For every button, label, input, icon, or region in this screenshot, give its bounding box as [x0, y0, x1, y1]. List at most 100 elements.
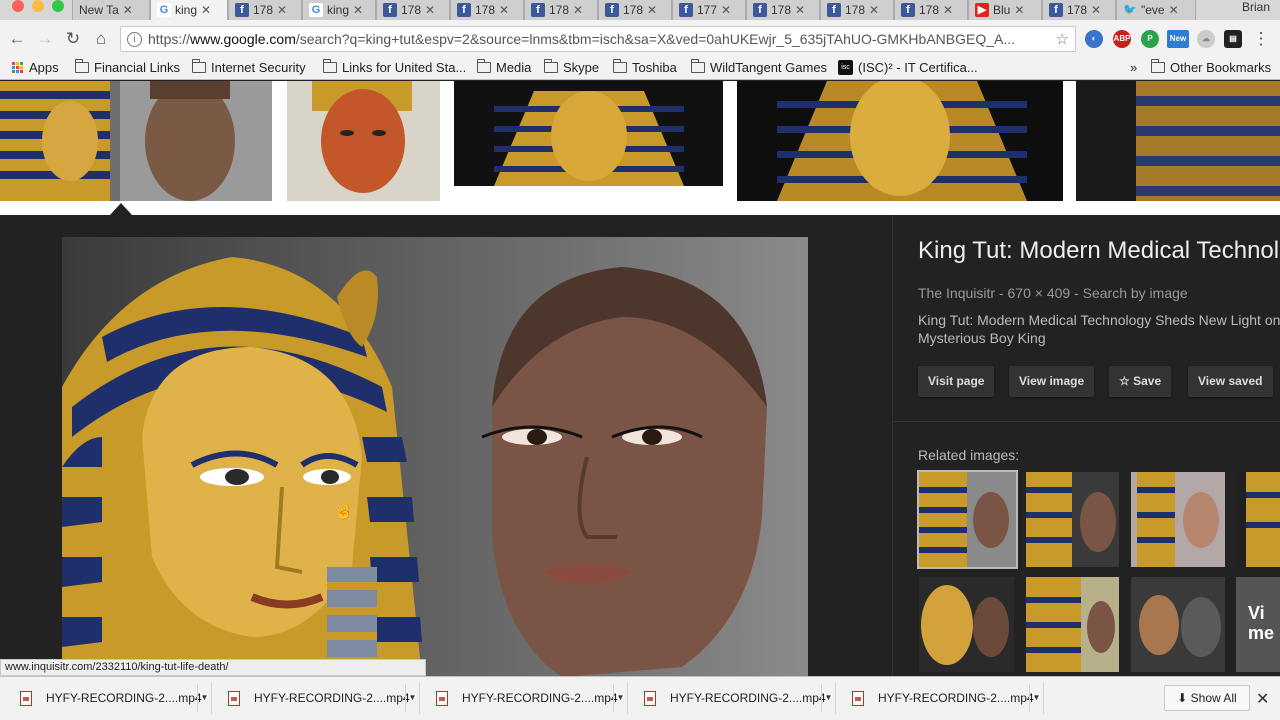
- download-options-chevron-icon[interactable]: ▼: [197, 684, 211, 712]
- browser-tab[interactable]: f 177 ✕: [672, 0, 746, 20]
- related-video[interactable]: Vi me: [1236, 577, 1280, 672]
- tab-close-icon[interactable]: ✕: [425, 3, 435, 17]
- tab-close-icon[interactable]: ✕: [573, 3, 583, 17]
- tab-close-icon[interactable]: ✕: [201, 3, 211, 17]
- search-results-content: ☝ King Tut: Modern Medical Technology Sh…: [0, 81, 1280, 677]
- browser-tab[interactable]: 🐦 "eve ✕: [1116, 0, 1196, 20]
- bookmark-item[interactable]: WildTangent Games: [690, 59, 828, 75]
- tab-close-icon[interactable]: ✕: [943, 3, 953, 17]
- close-window-button[interactable]: [12, 0, 24, 12]
- browser-tab[interactable]: f 178 ✕: [894, 0, 968, 20]
- tab-close-icon[interactable]: ✕: [721, 3, 731, 17]
- tab-close-icon[interactable]: ✕: [353, 3, 363, 17]
- bookmark-label: WildTangent Games: [710, 60, 828, 75]
- tab-close-icon[interactable]: ✕: [1091, 3, 1101, 17]
- cloud-icon[interactable]: ☁: [1197, 30, 1215, 48]
- save-button[interactable]: ☆ Save: [1109, 366, 1172, 397]
- main-preview-image[interactable]: [62, 237, 808, 677]
- download-item[interactable]: HYFY-RECORDING-2....mp4 ▼: [838, 682, 1044, 714]
- zoom-window-button[interactable]: [52, 0, 64, 12]
- bookmark-item[interactable]: Toshiba: [612, 59, 677, 75]
- browser-tab[interactable]: f 178 ✕: [228, 0, 302, 20]
- browser-tab[interactable]: f 178 ✕: [1042, 0, 1116, 20]
- close-icon[interactable]: ✕: [1256, 689, 1269, 709]
- result-thumbnail[interactable]: [287, 81, 440, 201]
- browser-tab[interactable]: f 178 ✕: [598, 0, 672, 20]
- bookmark-star-icon[interactable]: ☆: [1055, 30, 1069, 48]
- related-image[interactable]: [1236, 472, 1280, 567]
- browser-tab[interactable]: f 178 ✕: [820, 0, 894, 20]
- minimize-window-button[interactable]: [32, 0, 44, 12]
- download-options-chevron-icon[interactable]: ▼: [613, 684, 627, 712]
- related-image[interactable]: [1131, 472, 1225, 567]
- result-thumbnail[interactable]: [737, 81, 1063, 201]
- related-image[interactable]: [1026, 577, 1119, 672]
- tab-close-icon[interactable]: ✕: [499, 3, 509, 17]
- download-options-chevron-icon[interactable]: ▼: [405, 684, 419, 712]
- tab-close-icon[interactable]: ✕: [795, 3, 805, 17]
- extension-blue-icon[interactable]: ◐: [1085, 30, 1103, 48]
- download-item[interactable]: HYFY-RECORDING-2....mp4 ▼: [6, 682, 212, 714]
- view-image-button[interactable]: View image: [1009, 366, 1095, 397]
- visit-page-button[interactable]: Visit page: [918, 366, 995, 397]
- bookmark-item[interactable]: Skype: [543, 59, 599, 75]
- profile-name[interactable]: Brian: [1242, 0, 1270, 14]
- bookmark-item[interactable]: Internet Security: [191, 59, 306, 75]
- tab-close-icon[interactable]: ✕: [647, 3, 657, 17]
- browser-tab[interactable]: Gking ✕: [302, 0, 376, 20]
- image-title[interactable]: King Tut: Modern Medical Technology Shed…: [918, 237, 1280, 265]
- other-bookmarks[interactable]: Other Bookmarks: [1150, 59, 1271, 75]
- image-source[interactable]: The Inquisitr: [918, 285, 995, 301]
- browser-tab[interactable]: f 178 ✕: [376, 0, 450, 20]
- browser-tab[interactable]: f 178 ✕: [746, 0, 820, 20]
- adblock-icon[interactable]: ABP: [1113, 30, 1131, 48]
- back-arrow-icon[interactable]: ←: [6, 28, 28, 50]
- tab-close-icon[interactable]: ✕: [869, 3, 879, 17]
- result-thumbnail[interactable]: [1076, 81, 1280, 201]
- tab-close-icon[interactable]: ✕: [1169, 3, 1179, 17]
- menu-icon[interactable]: ⋮: [1250, 28, 1272, 50]
- extension-green-icon[interactable]: P: [1141, 30, 1159, 48]
- result-thumbnail[interactable]: [454, 81, 723, 186]
- show-all-downloads-button[interactable]: ⬇ Show All: [1164, 685, 1250, 711]
- home-icon[interactable]: ⌂: [90, 28, 112, 50]
- download-options-chevron-icon[interactable]: ▼: [1029, 684, 1043, 712]
- browser-tab[interactable]: New Ta ✕: [72, 0, 150, 20]
- forward-arrow-icon[interactable]: →: [34, 28, 56, 50]
- related-image[interactable]: [917, 470, 1018, 569]
- address-bar[interactable]: i https://www.google.com/search?q=king+t…: [120, 26, 1076, 52]
- related-image[interactable]: [1131, 577, 1225, 672]
- view-saved-button[interactable]: View saved: [1188, 366, 1273, 397]
- image-meta: The Inquisitr - 670 × 409 - Search by im…: [918, 285, 1188, 301]
- download-item[interactable]: HYFY-RECORDING-2....mp4 ▼: [214, 682, 420, 714]
- bookmark-item[interactable]: Media: [476, 59, 531, 75]
- bookmark-item[interactable]: Apps: [12, 60, 59, 75]
- bookmark-item[interactable]: isc (ISC)² - IT Certifica...: [838, 60, 978, 75]
- image-results-row: [0, 81, 1280, 215]
- tab-close-icon[interactable]: ✕: [277, 3, 287, 17]
- tab-label: 178: [623, 3, 644, 17]
- extension-black-icon[interactable]: ▤: [1224, 30, 1242, 48]
- related-image[interactable]: [919, 577, 1014, 672]
- browser-tab[interactable]: ▶ Blu ✕: [968, 0, 1042, 20]
- bookmarks-overflow-button[interactable]: »: [1130, 60, 1137, 75]
- bookmark-item[interactable]: Links for United Sta...: [322, 59, 466, 75]
- extension-new-icon[interactable]: New: [1167, 30, 1189, 48]
- related-image[interactable]: [1026, 472, 1119, 567]
- reload-icon[interactable]: ↻: [62, 28, 84, 50]
- image-preview-panel: ☝ King Tut: Modern Medical Technology Sh…: [0, 215, 1280, 677]
- info-icon[interactable]: i: [127, 31, 142, 47]
- tab-close-icon[interactable]: ✕: [123, 3, 133, 17]
- browser-tab[interactable]: f 178 ✕: [524, 0, 598, 20]
- folder-icon: [191, 59, 206, 73]
- download-options-chevron-icon[interactable]: ▼: [821, 684, 835, 712]
- download-item[interactable]: HYFY-RECORDING-2....mp4 ▼: [630, 682, 836, 714]
- browser-tab[interactable]: Gking ✕: [150, 0, 228, 20]
- download-item[interactable]: HYFY-RECORDING-2....mp4 ▼: [422, 682, 628, 714]
- folder-icon: [1150, 59, 1165, 73]
- bookmark-item[interactable]: Financial Links: [74, 59, 180, 75]
- result-thumbnail[interactable]: [0, 81, 272, 201]
- browser-tab[interactable]: f 178 ✕: [450, 0, 524, 20]
- search-by-image-link[interactable]: Search by image: [1083, 285, 1188, 301]
- tab-close-icon[interactable]: ✕: [1014, 3, 1024, 17]
